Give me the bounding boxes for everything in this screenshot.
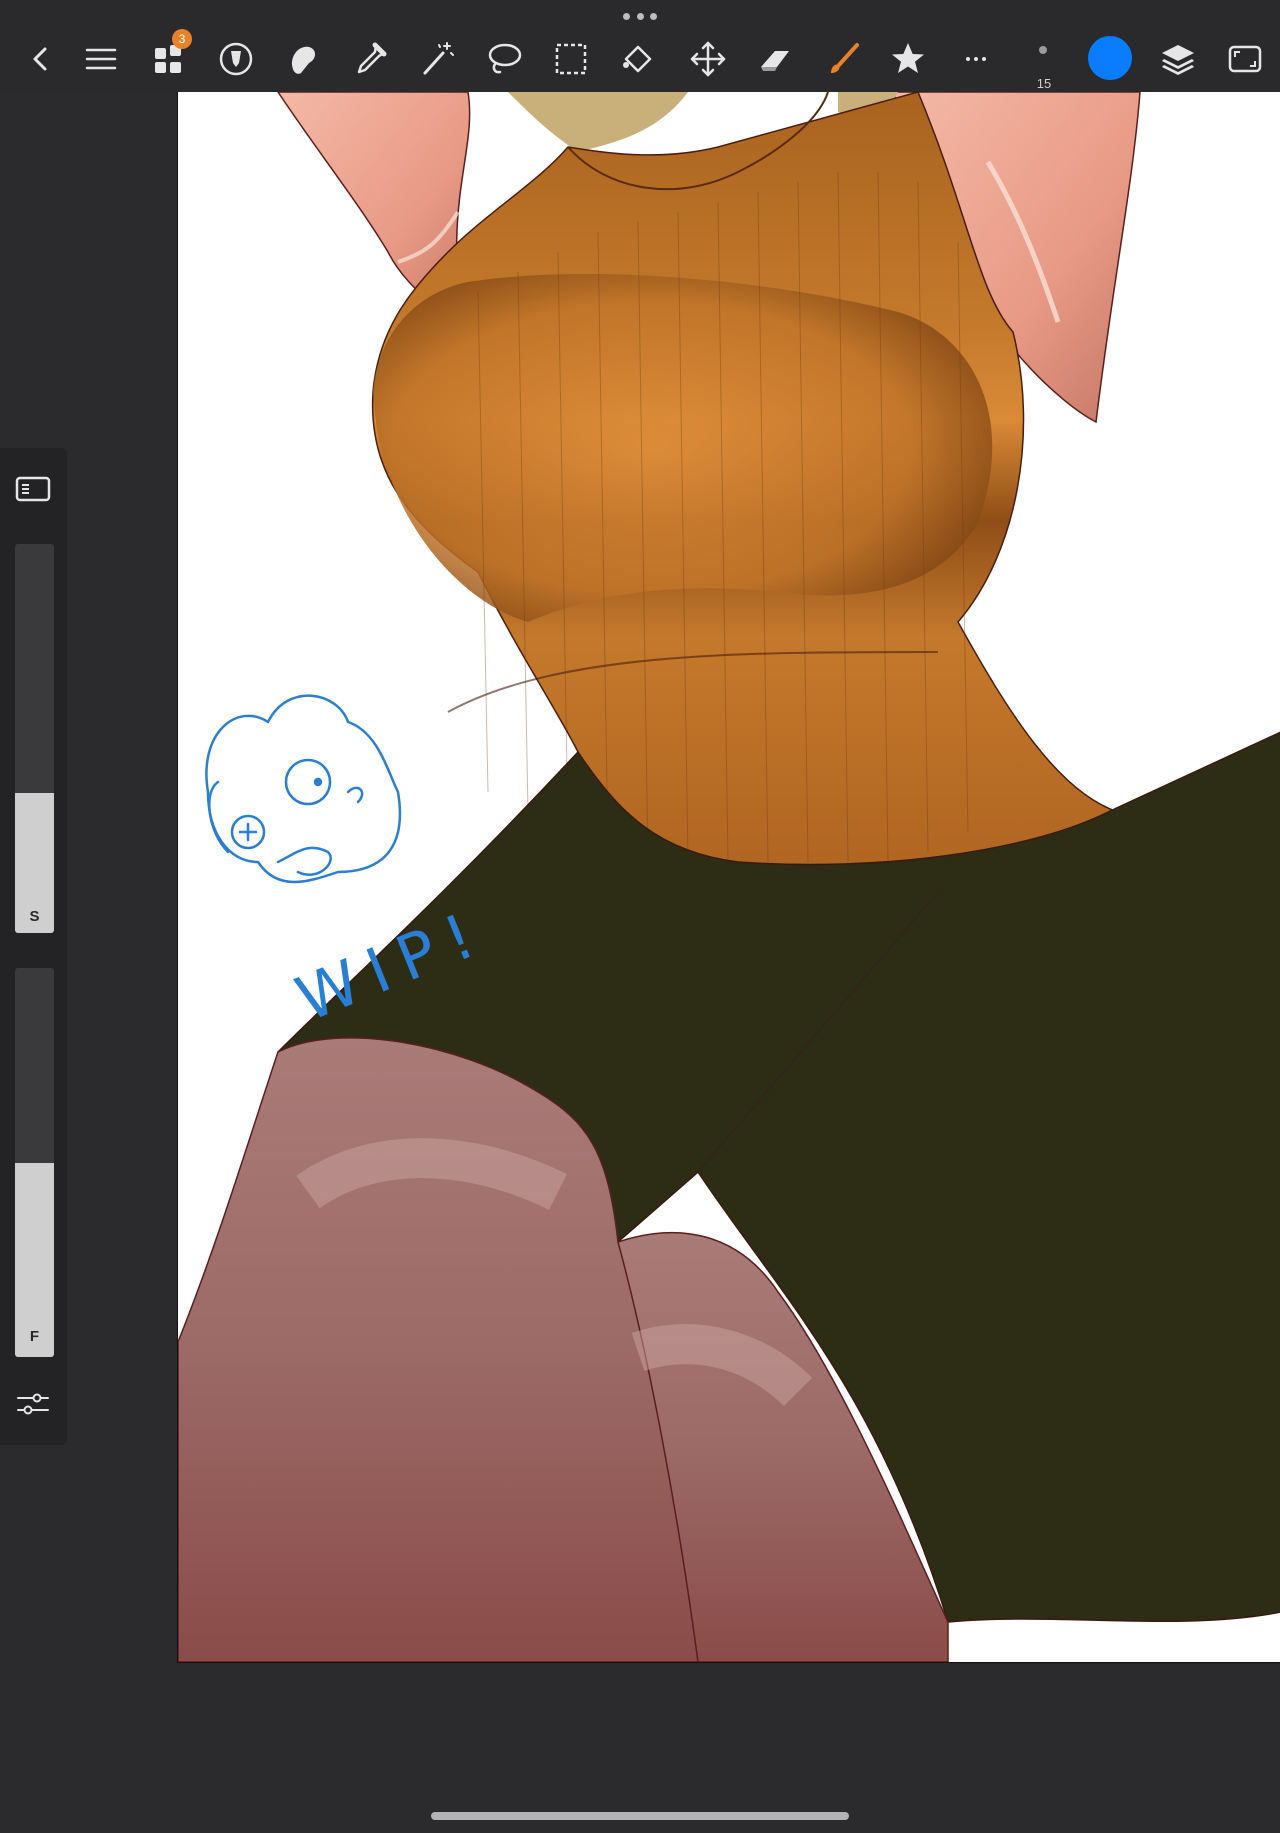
magic-wand-icon[interactable]	[414, 36, 460, 82]
menu-icon[interactable]	[78, 36, 124, 82]
home-indicator[interactable]	[431, 1812, 849, 1820]
transform-icon[interactable]	[615, 36, 661, 82]
back-icon[interactable]	[18, 36, 64, 82]
toolbar-grabber[interactable]	[623, 13, 657, 21]
brush-flow-slider[interactable]: F	[15, 968, 54, 1357]
brush-size-slider[interactable]: S	[15, 544, 54, 933]
slider-settings-icon[interactable]	[12, 1383, 54, 1425]
eraser-icon[interactable]	[752, 36, 798, 82]
panel-toggle-icon[interactable]	[12, 468, 54, 510]
side-panel: S F	[0, 448, 67, 1445]
layers-icon[interactable]	[1155, 36, 1201, 82]
more-icon[interactable]	[953, 36, 999, 82]
brush-size-preview[interactable]	[1039, 46, 1047, 54]
brush-flow-slider-label: F	[29, 1328, 40, 1345]
eyedropper-icon[interactable]	[347, 36, 393, 82]
adjust-icon[interactable]	[213, 36, 259, 82]
drawing-canvas[interactable]: WIP!	[177, 92, 1280, 1663]
brush-size-slider-label: S	[29, 908, 40, 925]
star-icon[interactable]	[885, 36, 931, 82]
smudge-icon[interactable]	[280, 36, 326, 82]
lasso-icon[interactable]	[481, 36, 527, 82]
move-icon[interactable]	[685, 36, 731, 82]
wip-doodle	[205, 694, 402, 884]
color-swatch[interactable]	[1088, 36, 1132, 80]
notification-badge: 3	[172, 29, 192, 49]
top-toolbar: 3 15	[0, 0, 1280, 92]
artwork: WIP!	[178, 92, 1280, 1662]
rect-select-icon[interactable]	[548, 36, 594, 82]
brush-size-label: 15	[1036, 76, 1052, 91]
brush-icon[interactable]	[820, 36, 866, 82]
fullscreen-icon[interactable]	[1222, 36, 1268, 82]
